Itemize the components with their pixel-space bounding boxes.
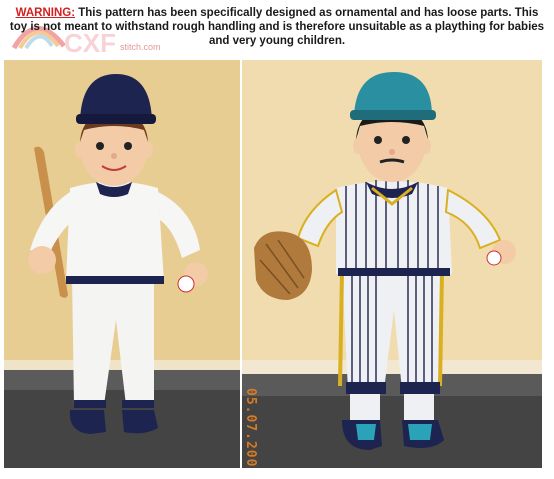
warning-line-2: toy is not meant to withstand rough hand… <box>9 21 545 33</box>
warning-notice: WARNING: This pattern has been specifica… <box>4 6 550 48</box>
photo-catcher-doll: 05.07.2006 <box>242 60 542 468</box>
warning-line-1: This pattern has been specifically desig… <box>78 7 539 19</box>
photo-batter-doll <box>4 60 240 468</box>
date-stamp: 05.07.2006 <box>243 388 258 468</box>
warning-label: WARNING: <box>15 7 76 19</box>
warning-line-3: and very young children. <box>208 35 346 47</box>
